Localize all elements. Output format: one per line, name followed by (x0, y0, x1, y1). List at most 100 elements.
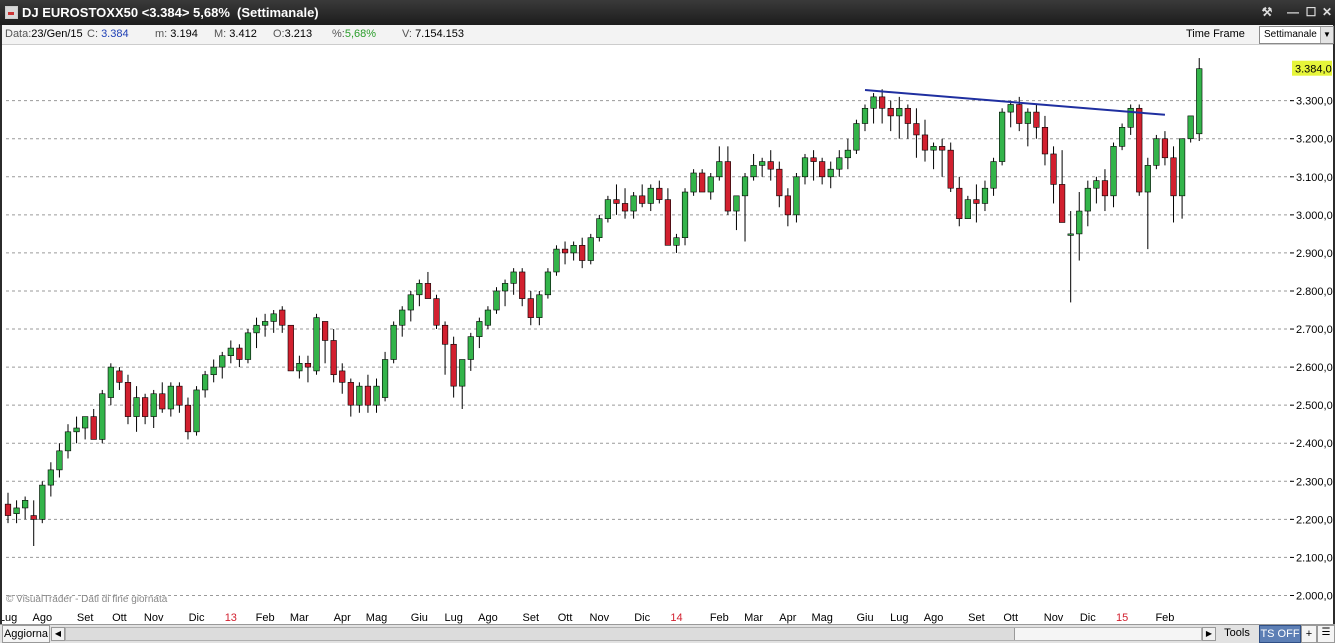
candle-body (30, 515, 37, 520)
minimize-button[interactable]: — (1284, 4, 1302, 20)
candle-body (99, 393, 106, 440)
tools-button[interactable]: Tools (1218, 625, 1256, 641)
candle-body (159, 393, 166, 410)
candle-body (733, 195, 740, 212)
candle-body (501, 283, 509, 292)
candle-body (793, 176, 800, 216)
candle-body (1119, 127, 1126, 147)
y-tick-label: 3.100,0 (1296, 172, 1333, 184)
candle-body (210, 366, 217, 376)
candle-body (142, 397, 149, 417)
candlestick-chart[interactable]: 3.300,0 3.200,0 3.100,0 3.000,0 2.900,0 2.800… (2, 45, 1333, 611)
candle-body (973, 199, 980, 204)
x-tick-label: Giu (856, 612, 873, 624)
x-tick-label: Lug (444, 612, 462, 624)
candle-body (193, 389, 200, 433)
candle-body (519, 271, 526, 299)
candle-body (347, 382, 354, 406)
candle-body (947, 149, 954, 189)
candle-body (4, 503, 12, 516)
chart-area[interactable]: 3.300,0 3.200,0 3.100,0 3.000,0 2.900,0 2.800… (2, 45, 1333, 611)
y-tick-label: 2.000,0 (1296, 590, 1333, 602)
candle-body (1144, 165, 1151, 193)
x-tick-label: Apr (779, 612, 796, 624)
candle-body (22, 500, 29, 509)
candle-body (776, 168, 783, 197)
x-tick-label: 15 (1116, 612, 1128, 624)
open-value: 3.213 (284, 28, 313, 40)
candle-body (73, 427, 80, 433)
scroll-left-button[interactable]: ◀ (51, 627, 65, 641)
candle-body (819, 161, 826, 178)
candle-body (784, 195, 791, 216)
pct-field: %:5,68% (332, 28, 376, 40)
candle-body (570, 245, 577, 254)
pct-label: %: (332, 28, 345, 40)
date-label: Data: (5, 28, 32, 40)
candle-body (664, 199, 671, 246)
x-tick-label: Ago (924, 612, 944, 624)
candle-body (613, 199, 620, 204)
candle-body (441, 324, 449, 345)
y-tick-label: 3.300,0 (1296, 96, 1333, 108)
candle-body (741, 176, 749, 197)
tools-icon[interactable]: ⚒ (1258, 4, 1276, 20)
timeframe-select[interactable]: Settimanale ▼ (1259, 26, 1334, 44)
horizontal-scrollbar[interactable] (65, 627, 1202, 641)
candle-body (1101, 180, 1109, 197)
candle-body (810, 157, 817, 162)
scrollbar-thumb[interactable] (1014, 628, 1201, 640)
candle-body (167, 385, 174, 410)
candle-body (261, 321, 269, 326)
candle-body (1067, 233, 1074, 236)
candle-body (253, 324, 260, 334)
x-tick-label: Giu (411, 612, 428, 624)
watermark: © VisualTrader - Dati di fine giornata (6, 594, 168, 605)
refresh-button[interactable]: Aggiorna (2, 625, 50, 643)
candle-body (1093, 180, 1100, 189)
x-tick-label: Nov (1044, 612, 1064, 624)
ts-off-button[interactable]: TS OFF (1259, 625, 1301, 643)
candle-body (1153, 138, 1160, 166)
x-tick-label: Mag (366, 612, 387, 624)
candle-body (313, 317, 320, 372)
candle-body (1007, 104, 1014, 113)
x-tick-label: Mag (811, 612, 832, 624)
candle-body (13, 507, 20, 514)
candle-body (759, 161, 766, 166)
max-field: M: 3.412 (214, 28, 257, 40)
candle-body (921, 134, 929, 151)
candle-body (450, 343, 457, 387)
candle-body (407, 294, 414, 311)
candle-body (1110, 146, 1117, 197)
candle-body (587, 237, 594, 261)
last-price-label: 3.384,0 (1295, 64, 1332, 76)
close-value: 3.384 (101, 28, 129, 40)
chevron-down-icon[interactable]: ▼ (1320, 27, 1333, 43)
scroll-right-button[interactable]: ▶ (1202, 627, 1216, 641)
candle-body (964, 199, 971, 219)
candle-body (913, 123, 920, 136)
x-tick-label: Feb (1155, 612, 1174, 624)
x-tick-label: Dic (1080, 612, 1096, 624)
candle-body (939, 146, 946, 151)
candle-body (244, 332, 252, 360)
x-axis: Lug Ago Set Ott Nov Dic 13 Feb Mar Apr Mag Giu Lug Ag… (0, 611, 1333, 624)
candle-body (801, 157, 809, 178)
candle-body (716, 161, 723, 178)
candle-body (956, 187, 963, 219)
candle-body (227, 347, 234, 356)
timeframe-value: Settimanale (1264, 29, 1317, 40)
x-tick-label: Set (968, 612, 985, 624)
candle-body (116, 370, 123, 383)
candle-body (844, 149, 851, 159)
volume-label: V: (402, 28, 412, 40)
add-button[interactable]: + (1301, 625, 1317, 643)
candle-body (724, 161, 731, 212)
close-button[interactable]: ✕ (1318, 4, 1335, 20)
menu-icon[interactable]: ☰ (1317, 625, 1335, 643)
candle-body (896, 107, 903, 117)
x-tick-label: Nov (590, 612, 610, 624)
x-tick-label: 14 (670, 612, 682, 624)
open-label: O: (273, 28, 285, 40)
